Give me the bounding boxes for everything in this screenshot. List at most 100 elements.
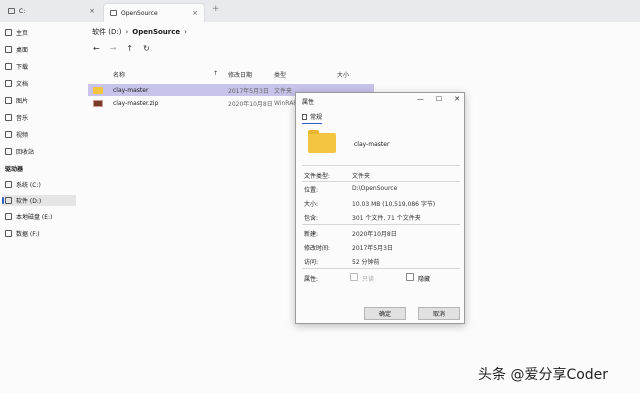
sidebar-item-home[interactable]: 主页 (5, 28, 28, 37)
drive-icon (5, 230, 12, 237)
sidebar-item-label: 回收站 (16, 149, 35, 156)
tab-c-drive[interactable]: C: × (2, 3, 101, 19)
recycle-bin-icon (5, 148, 12, 155)
divider (302, 224, 460, 225)
created-label: 新建: (304, 231, 319, 238)
sidebar-section-drives[interactable]: 驱动器 (5, 164, 23, 173)
sidebar-item-drive-c[interactable]: 系统 (C:) (5, 180, 41, 189)
sidebar-item-recycle-bin[interactable]: 回收站 (5, 147, 34, 156)
back-icon[interactable]: ← (93, 44, 100, 53)
close-icon[interactable]: × (89, 7, 95, 15)
folder-name: clay-master (354, 141, 390, 148)
modified-label: 修改时间: (304, 245, 331, 252)
document-icon (5, 80, 12, 87)
cancel-button[interactable]: 取消 (418, 307, 460, 320)
size-value: 10.03 MB (10,519,086 字节) (352, 201, 436, 208)
file-type: 文件夹 (274, 87, 293, 95)
location-value: D:\OpenSource (352, 185, 398, 192)
column-header-size[interactable]: 大小 (337, 70, 349, 79)
column-header-name[interactable]: 名称 (113, 70, 125, 79)
file-date: 2017年5月3日 (228, 87, 269, 95)
sidebar-item-label: 文档 (16, 81, 29, 88)
column-header-type[interactable]: 类型 (274, 70, 286, 79)
file-name: clay-master.zip (113, 99, 159, 107)
sidebar-item-downloads[interactable]: 下载 (5, 62, 28, 71)
sidebar-item-label: 下载 (16, 64, 29, 71)
file-name: clay-master (113, 86, 149, 94)
attributes-label: 属性: (304, 276, 319, 283)
up-icon[interactable]: ↑ (126, 44, 133, 53)
drive-icon (8, 8, 15, 14)
dialog-title: 属性 (302, 99, 315, 106)
properties-dialog: 属性 — ☐ ✕ 常规 clay-master 文件类型: 文件夹 位置: D:… (295, 92, 465, 324)
accessed-label: 访问: (304, 259, 319, 266)
folder-icon (308, 130, 336, 153)
desktop-icon (5, 46, 12, 53)
archive-icon (93, 99, 103, 107)
drive-icon (5, 213, 12, 220)
sidebar-item-music[interactable]: 音乐 (5, 113, 28, 122)
drive-icon (5, 197, 12, 204)
sidebar-item-desktop[interactable]: 桌面 (5, 45, 28, 54)
folder-icon (93, 86, 103, 94)
sidebar-item-drive-d[interactable]: 软件 (D:) (2, 195, 76, 206)
download-icon (5, 63, 12, 70)
forward-icon[interactable]: → (110, 44, 117, 53)
refresh-icon[interactable]: ↻ (143, 44, 150, 53)
hidden-checkbox[interactable] (406, 273, 414, 281)
video-icon (5, 131, 12, 138)
picture-icon (5, 97, 12, 104)
sidebar-item-label: 图片 (16, 98, 29, 105)
hidden-label: 隐藏 (418, 276, 431, 283)
readonly-checkbox[interactable] (350, 273, 358, 281)
tab-opensource[interactable]: OpenSource × (103, 3, 205, 22)
sidebar-item-label: 视频 (16, 132, 29, 139)
breadcrumb-drive[interactable]: 软件 (D:) (92, 27, 121, 37)
sidebar: 主页 桌面 下载 文档 图片 音乐 视频 回收站 驱动器 系统 (C:) 软件 … (0, 22, 84, 393)
divider (302, 165, 460, 166)
ok-button[interactable]: 确定 (364, 307, 406, 320)
type-label: 文件类型: (304, 173, 331, 180)
created-value: 2020年10月8日 (352, 231, 397, 238)
new-tab-button[interactable]: + (212, 4, 220, 14)
toolbar: 软件 (D:) › OpenSource › ← → ↑ ↻ (0, 22, 640, 66)
sidebar-item-drive-e[interactable]: 本地磁盘 (E:) (5, 212, 52, 221)
home-icon (5, 29, 12, 36)
music-icon (5, 114, 12, 121)
maximize-icon[interactable]: ☐ (436, 95, 442, 103)
sort-arrow-icon: ↑ (213, 70, 219, 77)
minimize-icon[interactable]: — (417, 95, 424, 103)
tab-label: C: (19, 7, 26, 15)
sidebar-item-pictures[interactable]: 图片 (5, 96, 28, 105)
column-header-modified[interactable]: 修改日期 (228, 70, 252, 79)
tab-general[interactable]: 常规 (302, 112, 323, 124)
sidebar-item-label: 本地磁盘 (E:) (16, 214, 53, 221)
close-icon[interactable]: ✕ (454, 95, 460, 103)
contains-label: 包含: (304, 215, 319, 222)
file-date: 2020年10月8日 (228, 100, 273, 108)
tab-label: 常规 (310, 114, 323, 121)
close-icon[interactable]: × (192, 9, 198, 17)
folder-icon (110, 10, 117, 16)
drive-icon (5, 181, 12, 188)
divider (302, 268, 460, 269)
sidebar-item-label: 主页 (16, 30, 29, 37)
location-label: 位置: (304, 187, 319, 194)
document-icon (302, 113, 307, 120)
watermark: 头条 @爱分享Coder (478, 367, 609, 383)
sidebar-item-videos[interactable]: 视频 (5, 130, 28, 139)
modified-value: 2017年5月3日 (352, 245, 393, 252)
sidebar-item-label: 桌面 (16, 47, 29, 54)
size-label: 大小: (304, 201, 319, 208)
tab-label: OpenSource (121, 9, 158, 17)
sidebar-item-label: 音乐 (16, 115, 29, 122)
sidebar-item-label: 系统 (C:) (16, 182, 41, 189)
chevron-right-icon: › (184, 28, 187, 36)
sidebar-item-drive-f[interactable]: 数据 (F:) (5, 229, 40, 238)
accessed-value: 52 分钟前 (352, 259, 380, 266)
nav-buttons: ← → ↑ ↻ (93, 44, 150, 53)
window-controls: — ☐ ✕ (417, 95, 460, 103)
sidebar-item-documents[interactable]: 文档 (5, 79, 28, 88)
breadcrumb-folder[interactable]: OpenSource (132, 28, 180, 36)
tab-strip: C: × OpenSource × + (0, 0, 640, 22)
